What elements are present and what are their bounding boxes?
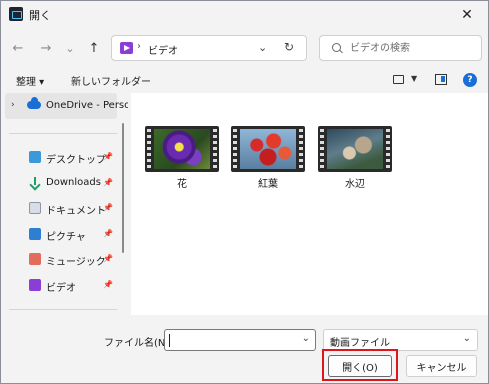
file-name: 水辺 (345, 179, 365, 190)
sidebar-divider (9, 133, 117, 134)
recent-locations-button[interactable]: ⌄ (59, 37, 81, 59)
pin-icon: 📌 (103, 254, 113, 263)
open-button[interactable]: 開く(O) (328, 355, 392, 377)
documents-icon (29, 202, 41, 214)
breadcrumb-separator: › (137, 41, 141, 52)
search-input[interactable] (350, 39, 475, 57)
file-name: 花 (177, 179, 187, 190)
pictures-icon (29, 228, 41, 240)
video-thumbnail (318, 126, 392, 172)
sidebar-divider (9, 309, 117, 310)
file-item-autumn-leaves[interactable]: 紅葉 (231, 126, 305, 190)
cancel-button[interactable]: キャンセル (406, 355, 477, 377)
pin-icon: 📌 (103, 152, 113, 161)
help-icon[interactable]: ? (463, 73, 477, 87)
open-dialog: 開く ✕ ← → ⌄ ↑ › ビデオ ⌄ ↻ 整理 ▾ 新しいフォルダー ▼ ?… (0, 0, 489, 384)
filename-input[interactable] (168, 332, 296, 348)
text-caret (169, 334, 170, 347)
expand-chevron-icon[interactable]: › (11, 100, 15, 110)
forward-button[interactable]: → (35, 37, 57, 59)
sidebar-item-label: OneDrive - Perso (46, 100, 128, 111)
filename-label: ファイル名(N): (104, 338, 173, 349)
change-view-icon[interactable] (393, 75, 404, 84)
sidebar-item-label: デスクトップ (46, 155, 106, 166)
sidebar-item-music[interactable]: ミュージック 📌 (5, 248, 117, 272)
sidebar-item-desktop[interactable]: デスクトップ 📌 (5, 146, 117, 170)
search-icon (332, 43, 341, 52)
sidebar-item-label: ドキュメント (46, 206, 106, 217)
file-item-waterside[interactable]: 水辺 (318, 126, 392, 190)
sidebar-item-pictures[interactable]: ピクチャ 📌 (5, 223, 117, 247)
sidebar-item-label: ミュージック (46, 257, 106, 268)
download-icon (29, 177, 41, 189)
filename-combobox[interactable]: ⌄ (164, 329, 316, 351)
video-folder-icon (120, 42, 133, 54)
view-options-dropdown[interactable]: ▼ (411, 74, 417, 83)
pin-icon: 📌 (103, 229, 113, 238)
dialog-title: 開く (29, 9, 51, 22)
sidebar-item-documents[interactable]: ドキュメント 📌 (5, 197, 117, 221)
close-button[interactable]: ✕ (450, 1, 484, 29)
music-icon (29, 253, 41, 265)
pin-icon: 📌 (103, 203, 113, 212)
filetype-dropdown-button[interactable]: ⌄ (463, 333, 471, 344)
filename-dropdown-button[interactable]: ⌄ (302, 333, 310, 344)
sidebar-item-videos[interactable]: ビデオ 📌 (5, 274, 117, 298)
up-button[interactable]: ↑ (83, 37, 105, 59)
sidebar-scrollbar[interactable] (122, 123, 124, 253)
breadcrumb-video[interactable]: ビデオ (148, 42, 178, 57)
file-name: 紅葉 (258, 179, 278, 190)
title-bar: 開く ✕ (1, 1, 488, 29)
filetype-select[interactable]: 動画ファイル ⌄ (323, 329, 478, 351)
desktop-icon (29, 151, 41, 163)
sidebar-item-label: Downloads (46, 177, 101, 188)
file-item-flower[interactable]: 花 (145, 126, 219, 190)
refresh-button[interactable]: ↻ (284, 40, 294, 54)
navigation-bar: ← → ⌄ ↑ › ビデオ ⌄ ↻ (1, 31, 488, 65)
sidebar-item-label: ピクチャ (46, 232, 86, 243)
organize-button[interactable]: 整理 ▾ (16, 73, 44, 88)
sidebar-item-label: ビデオ (46, 283, 76, 294)
pin-icon: 📌 (103, 280, 113, 289)
video-icon (29, 279, 41, 291)
new-folder-button[interactable]: 新しいフォルダー (71, 73, 151, 88)
pin-icon: 📌 (103, 178, 113, 187)
navigation-pane: › OneDrive - Perso デスクトップ 📌 Downloads 📌 … (5, 93, 128, 315)
cloud-icon (27, 97, 41, 109)
app-icon (9, 7, 23, 21)
address-dropdown-button[interactable]: ⌄ (258, 41, 267, 54)
dialog-footer: ファイル名(N): ⌄ 動画ファイル ⌄ 開く(O) キャンセル (1, 319, 488, 383)
video-thumbnail (231, 126, 305, 172)
search-box[interactable] (319, 35, 482, 61)
preview-pane-icon[interactable] (435, 74, 447, 85)
sidebar-item-onedrive[interactable]: › OneDrive - Perso (5, 93, 128, 119)
video-thumbnail (145, 126, 219, 172)
command-bar: 整理 ▾ 新しいフォルダー ▼ ? (1, 69, 488, 93)
file-list: 花 紅葉 水辺 (131, 93, 488, 315)
filetype-value: 動画ファイル (330, 338, 390, 349)
sidebar-item-downloads[interactable]: Downloads 📌 (5, 172, 117, 196)
address-bar[interactable]: › ビデオ ⌄ ↻ (111, 35, 307, 61)
back-button[interactable]: ← (7, 37, 29, 59)
